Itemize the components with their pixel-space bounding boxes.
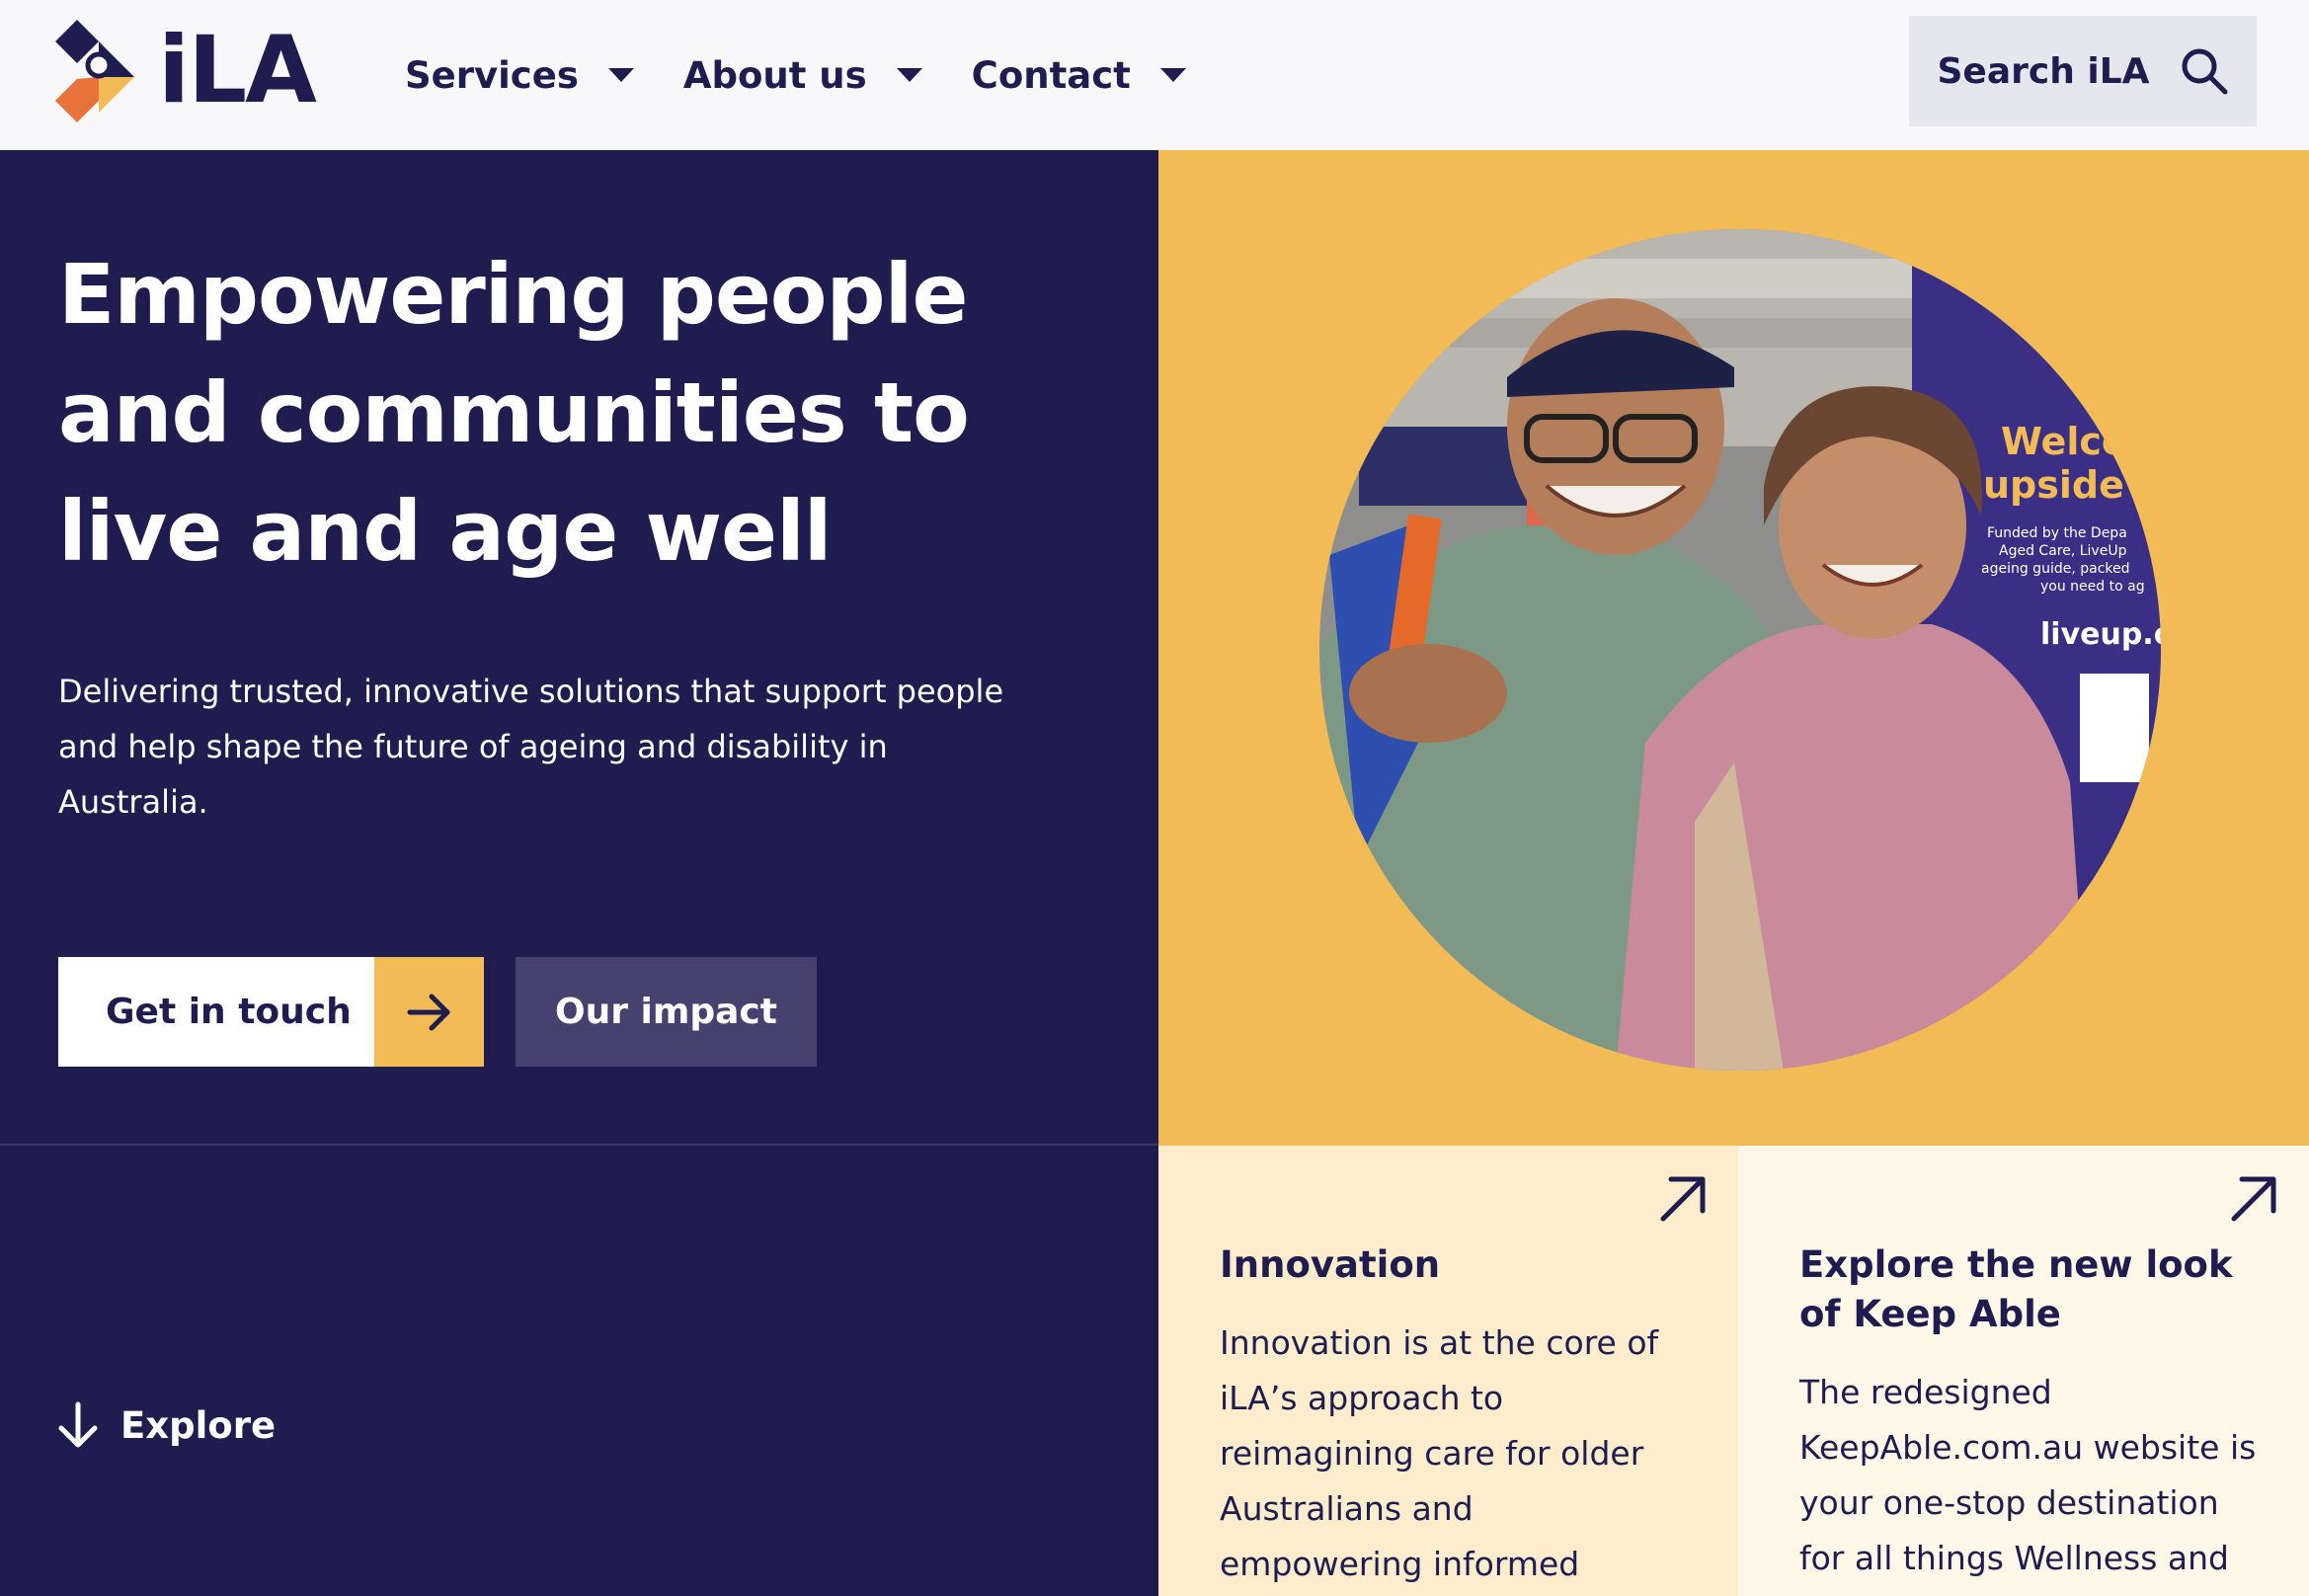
- chevron-down-icon: [1159, 68, 1186, 82]
- banner-small-3: ageing guide, packed: [1981, 561, 2130, 577]
- card-title: Explore the new look of Keep Able: [1799, 1243, 2233, 1335]
- site-header: iLA Services About us Contact Search iLA: [0, 0, 2309, 150]
- banner-small-1: Funded by the Depa: [1987, 525, 2127, 541]
- explore-label: Explore: [120, 1403, 277, 1447]
- hero-image-panel: Welco upside Funded by the Depa Aged Car…: [1158, 150, 2309, 1146]
- ila-logo[interactable]: iLA: [55, 17, 317, 124]
- banner-line1: Welco: [2001, 420, 2127, 463]
- chevron-down-icon: [607, 68, 634, 82]
- logo-wordmark: iLA: [158, 17, 317, 124]
- nav-contact[interactable]: Contact: [972, 54, 1186, 97]
- banner-small-2: Aged Care, LiveUp: [1999, 543, 2127, 559]
- banner-url: liveup.c: [2040, 617, 2161, 652]
- nav-about-us-label: About us: [682, 53, 867, 97]
- logo-mark-icon: [55, 20, 134, 122]
- nav-services-label: Services: [405, 53, 579, 97]
- our-impact-button[interactable]: Our impact: [516, 957, 817, 1067]
- arrow-right-icon: [374, 957, 484, 1067]
- main-nav: Services About us Contact: [405, 0, 1235, 150]
- card-keep-able[interactable]: Explore the new look of Keep Able The re…: [1738, 1146, 2309, 1596]
- card-innovation[interactable]: Innovation Innovation is at the core of …: [1158, 1146, 1738, 1596]
- card-body: Innovation is at the core of iLA’s appro…: [1220, 1323, 1659, 1583]
- card-body: The redesigned KeepAble.com.au website i…: [1799, 1373, 2257, 1577]
- nav-contact-label: Contact: [971, 53, 1131, 97]
- arrow-up-right-icon: [2231, 1176, 2276, 1222]
- chevron-down-icon: [896, 68, 922, 82]
- explore-link[interactable]: Explore: [55, 1400, 276, 1450]
- arrow-down-icon: [58, 1401, 98, 1448]
- lower-left-panel: Explore: [0, 1146, 1158, 1596]
- banner-small-4: you need to ag: [2040, 579, 2145, 595]
- get-in-touch-button[interactable]: Get in touch: [58, 957, 484, 1067]
- banner-line2: upside: [1983, 463, 2124, 507]
- search-button-label: Search iLA: [1937, 50, 2150, 92]
- our-impact-label: Our impact: [555, 992, 777, 1032]
- card-title: Innovation: [1220, 1243, 1441, 1286]
- nav-services[interactable]: Services: [405, 54, 634, 97]
- search-button[interactable]: Search iLA: [1909, 16, 2257, 126]
- hero-section: Empowering people and communities to liv…: [0, 150, 1158, 1146]
- hero-photo: Welco upside Funded by the Depa Aged Car…: [1319, 229, 2161, 1071]
- hero-title: Empowering people and communities to liv…: [58, 246, 970, 580]
- nav-about-us[interactable]: About us: [683, 54, 922, 97]
- arrow-up-right-icon: [1660, 1176, 1706, 1222]
- search-icon: [2182, 48, 2228, 95]
- get-in-touch-label: Get in touch: [106, 992, 352, 1032]
- hero-subtitle: Delivering trusted, innovative solutions…: [58, 673, 1004, 821]
